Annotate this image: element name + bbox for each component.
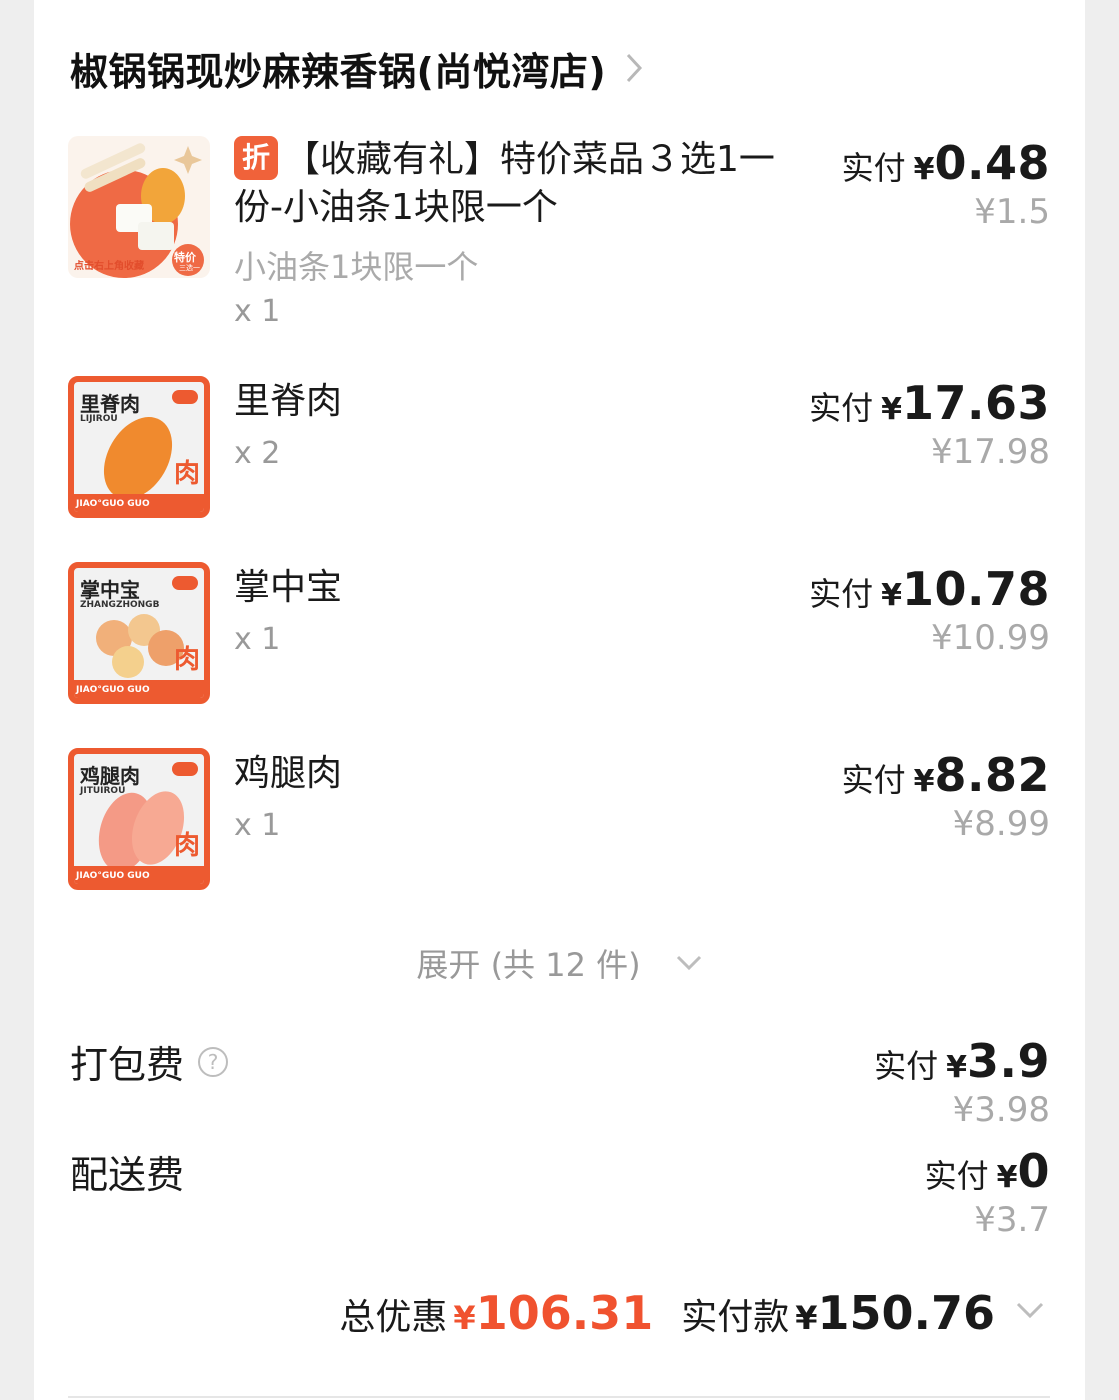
paid-value: 3.9 <box>967 1034 1050 1088</box>
expand-label: 展开 (共 12 件) <box>416 946 641 984</box>
total-discount-value: 106.31 <box>475 1286 654 1340</box>
thumb-badge <box>172 390 198 404</box>
fee-label: 配送费 <box>70 1153 185 1197</box>
paid-value: 0.48 <box>934 136 1050 190</box>
paid-label: 实付 <box>841 761 906 799</box>
thumb-title: 掌中宝 <box>80 578 140 602</box>
yen-symbol: ¥ <box>881 578 902 613</box>
yen-symbol: ¥ <box>881 392 902 427</box>
thumb-title: 鸡腿肉 <box>80 764 140 788</box>
item-title-line2: 份-小油条1块限一个 <box>234 187 558 228</box>
item-qty: x 1 <box>234 808 281 843</box>
item-qty: x 2 <box>234 436 281 471</box>
discount-tag: 折 <box>234 136 278 180</box>
price-block: 实付 ¥8.82 ¥8.99 <box>842 748 1050 844</box>
expand-items-button[interactable]: 展开 (共 12 件) <box>0 940 1119 986</box>
item-title: 折【收藏有礼】特价菜品３选1一 份-小油条1块限一个 <box>234 136 775 232</box>
thumb-char: 肉 <box>173 831 200 861</box>
store-header[interactable]: 椒锅锅现炒麻辣香锅(尚悦湾店) <box>70 40 648 96</box>
divider <box>68 1396 1050 1398</box>
item-spec: 小油条1块限一个 <box>234 248 479 286</box>
chevron-right-icon <box>624 51 648 85</box>
yen-symbol: ¥ <box>795 1299 818 1337</box>
original-price: ¥8.99 <box>952 804 1050 844</box>
yen-symbol: ¥ <box>996 1160 1018 1195</box>
yen-symbol: ¥ <box>913 764 935 799</box>
fee-label-wrap: 打包费 ? <box>70 1034 229 1089</box>
order-item: 鸡腿肉 JITUIROU 肉 JIAO°GUO GUO 鸡腿肉 x 1 实付 ¥8… <box>68 748 1050 894</box>
paid-label: 实付 <box>874 1047 939 1085</box>
thumb-title: 里脊肉 <box>80 392 140 416</box>
item-thumbnail: 鸡腿肉 JITUIROU 肉 JIAO°GUO GUO <box>68 748 210 890</box>
paid-label: 实付 <box>841 149 906 187</box>
thumb-brand: JIAO°GUO GUO <box>76 499 150 509</box>
item-title: 掌中宝 <box>234 567 343 608</box>
packaging-fee-row: 打包费 ? 实付 ¥3.9 ¥3.98 <box>70 1034 1050 1130</box>
original-price: ¥10.99 <box>931 618 1050 658</box>
thumb-badge-sub: 三选一 <box>179 264 200 272</box>
price-block: 实付 ¥10.78 ¥10.99 <box>809 562 1050 658</box>
original-price: ¥17.98 <box>931 432 1050 472</box>
yen-symbol: ¥ <box>453 1299 476 1337</box>
price-block: 实付 ¥0 ¥3.7 <box>925 1144 1050 1240</box>
item-thumbnail: 里脊肉 LIJIROU 肉 JIAO°GUO GUO <box>68 376 210 518</box>
thumb-pinyin: ZHANGZHONGB <box>80 600 160 610</box>
store-name: 椒锅锅现炒麻辣香锅(尚悦湾店) <box>70 49 607 94</box>
item-title-line1: 【收藏有礼】特价菜品３选1一 <box>284 139 775 180</box>
item-thumbnail: 点击右上角收藏 特价 三选一 <box>68 136 210 278</box>
order-item: 点击右上角收藏 特价 三选一 折【收藏有礼】特价菜品３选1一 份-小油条1块限一… <box>68 136 1050 336</box>
thumb-pinyin: LIJIROU <box>80 414 118 424</box>
paid-value: 0 <box>1017 1144 1050 1198</box>
thumb-char: 肉 <box>173 459 200 489</box>
item-title: 鸡腿肉 <box>234 753 343 794</box>
paid-value: 17.63 <box>901 376 1050 430</box>
thumb-brand: JIAO°GUO GUO <box>76 685 150 695</box>
thumb-badge <box>172 576 198 590</box>
chevron-down-icon[interactable] <box>1015 1300 1045 1324</box>
original-price: ¥3.7 <box>974 1200 1050 1240</box>
order-item: 掌中宝 ZHANGZHONGB 肉 JIAO°GUO GUO 掌中宝 x 1 实… <box>68 562 1050 708</box>
price-block: 实付 ¥0.48 ¥1.5 <box>842 136 1050 232</box>
thumb-strip: JIAO°GUO GUO <box>74 866 204 884</box>
chevron-down-icon <box>675 954 703 972</box>
thumb-strip: JIAO°GUO GUO <box>74 680 204 698</box>
price-block: 实付 ¥3.9 ¥3.98 <box>874 1034 1050 1130</box>
yen-symbol: ¥ <box>946 1050 967 1085</box>
totals-bar[interactable]: 总优惠 ¥ 106.31 实付款 ¥ 150.76 <box>339 1286 995 1340</box>
total-paid-label: 实付款 <box>681 1297 790 1338</box>
paid-label: 实付 <box>809 575 874 613</box>
original-price: ¥1.5 <box>974 192 1050 232</box>
total-discount-label: 总优惠 <box>339 1297 448 1338</box>
thumb-char: 肉 <box>173 645 200 675</box>
original-price: ¥3.98 <box>952 1090 1050 1130</box>
price-block: 实付 ¥17.63 ¥17.98 <box>809 376 1050 472</box>
delivery-fee-row: 配送费 实付 ¥0 ¥3.7 <box>70 1144 1050 1240</box>
thumb-caption: 点击右上角收藏 <box>74 261 144 272</box>
order-item: 里脊肉 LIJIROU 肉 JIAO°GUO GUO 里脊肉 x 2 实付 ¥17… <box>68 376 1050 522</box>
item-qty: x 1 <box>234 294 281 329</box>
yen-symbol: ¥ <box>913 152 935 187</box>
paid-value: 8.82 <box>934 748 1050 802</box>
paid-value: 10.78 <box>901 562 1050 616</box>
help-icon[interactable]: ? <box>198 1046 229 1077</box>
thumb-badge <box>172 762 198 776</box>
item-qty: x 1 <box>234 622 281 657</box>
paid-label: 实付 <box>809 389 874 427</box>
thumb-pinyin: JITUIROU <box>80 786 126 796</box>
fee-label-wrap: 配送费 <box>70 1144 184 1199</box>
item-thumbnail: 掌中宝 ZHANGZHONGB 肉 JIAO°GUO GUO <box>68 562 210 704</box>
total-paid-value: 150.76 <box>817 1286 995 1340</box>
item-title: 里脊肉 <box>234 381 343 422</box>
thumb-strip: JIAO°GUO GUO <box>74 494 204 512</box>
thumb-brand: JIAO°GUO GUO <box>76 871 150 881</box>
paid-label: 实付 <box>924 1157 989 1195</box>
fee-label: 打包费 <box>70 1043 185 1087</box>
